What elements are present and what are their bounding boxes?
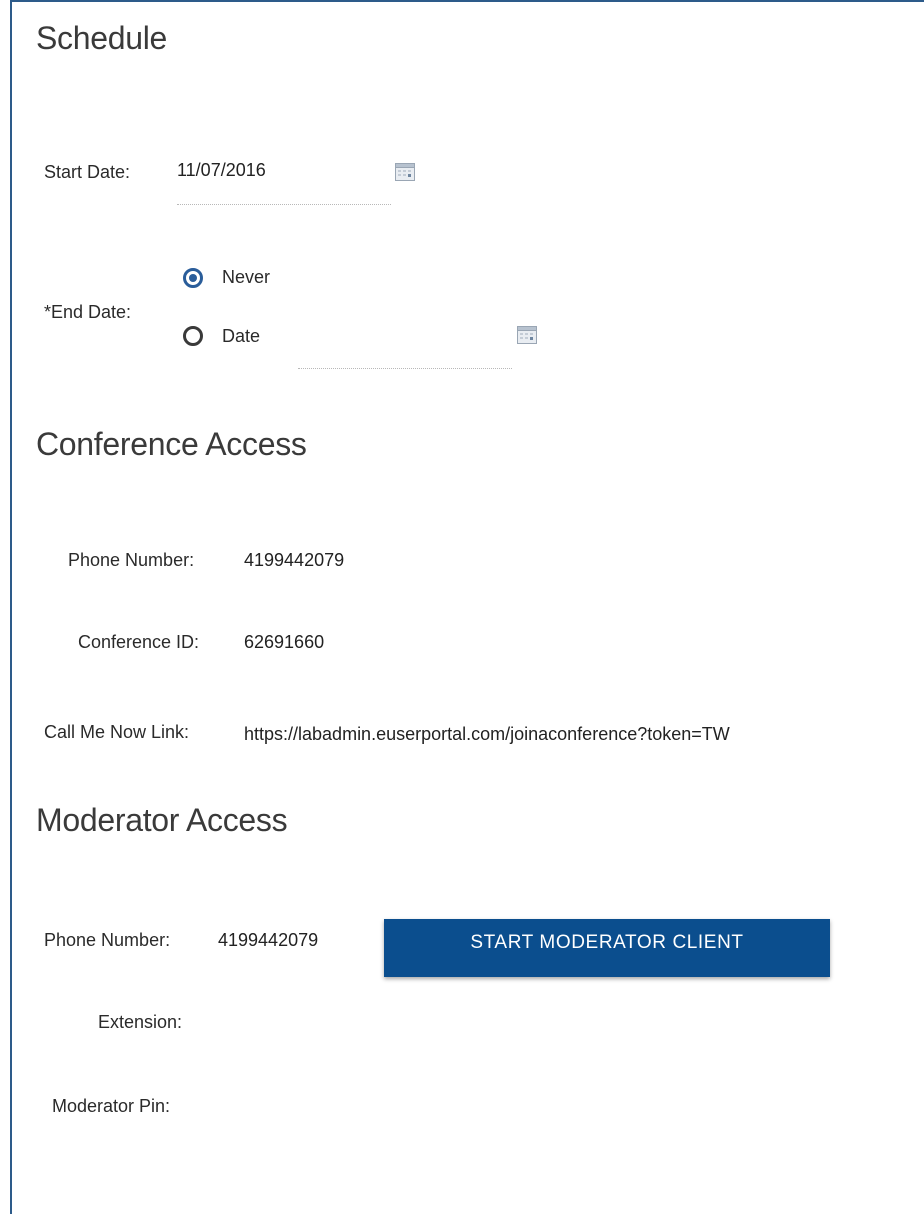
end-date-date-label: Date [222,326,261,346]
call-me-now-link[interactable]: https://labadmin.euserportal.com/joinaco… [244,724,730,745]
conference-phone-label: Phone Number: [68,550,195,570]
moderator-pin-label: Moderator Pin: [52,1096,171,1116]
end-date-label: *End Date: [44,302,132,322]
extension-label: Extension: [98,1012,183,1032]
conference-access-title: Conference Access [36,426,307,462]
conference-id-value: 62691660 [244,632,325,652]
end-date-never-radio[interactable] [183,268,203,288]
end-date-date-radio[interactable] [183,326,203,346]
moderator-access-title: Moderator Access [36,802,288,838]
moderator-phone-label: Phone Number: [44,930,171,950]
start-moderator-client-button[interactable]: START MODERATOR CLIENT [384,919,830,977]
start-date-input[interactable]: 11/07/2016 [177,160,266,181]
conference-id-label: Conference ID: [78,632,200,652]
end-date-calendar-icon[interactable] [517,326,537,344]
start-date-underline [177,204,391,205]
start-date-calendar-icon[interactable] [395,163,415,181]
end-date-never-label: Never [222,267,271,287]
moderator-phone-value: 4199442079 [218,930,319,950]
start-date-label: Start Date: [44,162,131,182]
end-date-underline [298,368,512,369]
conference-phone-value: 4199442079 [244,550,345,570]
call-me-now-label: Call Me Now Link: [44,722,190,742]
schedule-title: Schedule [36,20,168,56]
